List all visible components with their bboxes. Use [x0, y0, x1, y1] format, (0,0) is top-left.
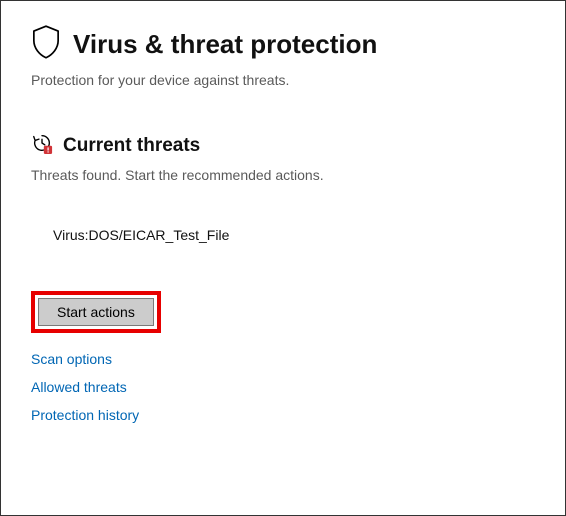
- current-threats-description: Threats found. Start the recommended act…: [31, 167, 535, 183]
- links-section: Scan options Allowed threats Protection …: [31, 351, 535, 423]
- page-subtitle: Protection for your device against threa…: [31, 72, 535, 88]
- page-title: Virus & threat protection: [73, 29, 377, 60]
- start-actions-highlight: Start actions: [31, 291, 161, 333]
- allowed-threats-link[interactable]: Allowed threats: [31, 379, 535, 395]
- shield-icon: [31, 25, 61, 64]
- scan-options-link[interactable]: Scan options: [31, 351, 535, 367]
- threat-item: Virus:DOS/EICAR_Test_File: [53, 227, 535, 243]
- current-threats-header: Current threats: [31, 132, 535, 159]
- current-threats-title: Current threats: [63, 135, 200, 157]
- protection-history-link[interactable]: Protection history: [31, 407, 535, 423]
- history-alert-icon: [31, 132, 53, 159]
- start-actions-button[interactable]: Start actions: [38, 298, 154, 326]
- page-header: Virus & threat protection: [31, 25, 535, 64]
